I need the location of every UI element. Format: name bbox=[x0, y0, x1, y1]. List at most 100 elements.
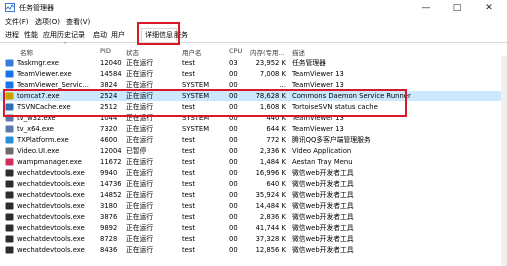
process-status: 正在运行 bbox=[126, 158, 154, 166]
process-name: wechatdevtools.exe bbox=[17, 202, 85, 210]
process-description: TeamViewer 13 bbox=[292, 125, 344, 133]
maximize-button[interactable]: □ bbox=[442, 1, 472, 14]
process-memory: 35,924 K bbox=[255, 191, 286, 199]
col-description[interactable]: 描述 bbox=[292, 47, 305, 57]
process-cpu: 00 bbox=[229, 147, 238, 155]
tab-app-history[interactable]: 应用历史记录 bbox=[43, 30, 85, 40]
col-name[interactable]: 名称 bbox=[20, 47, 33, 57]
process-status: 正在运行 bbox=[126, 224, 154, 232]
process-cpu: 00 bbox=[229, 158, 238, 166]
process-name: wechatdevtools.exe bbox=[17, 246, 85, 254]
menu-view[interactable]: 查看(V) bbox=[66, 17, 90, 27]
table-row[interactable]: wechatdevtools.exe 3180 正在运行 test 00 14,484 K… bbox=[0, 201, 507, 211]
process-name: Taskmgr.exe bbox=[17, 59, 59, 67]
tab-strip: 进程 性能 应用历史记录 启动 用户 详细信息 服务 bbox=[0, 28, 507, 43]
table-row[interactable]: wechatdevtools.exe 14736 正在运行 test 00 640 K 微信… bbox=[0, 179, 507, 189]
table-row[interactable]: wechatdevtools.exe 3876 正在运行 test 00 2,836 K 微… bbox=[0, 212, 507, 222]
process-description: 微信web开发者工具 bbox=[292, 213, 354, 221]
process-pid: 14852 bbox=[100, 191, 122, 199]
process-status: 正在运行 bbox=[126, 59, 154, 67]
table-row[interactable]: wampmanager.exe 11672 正在运行 test 00 1,484 K Aes… bbox=[0, 157, 507, 167]
tab-performance[interactable]: 性能 bbox=[24, 30, 38, 40]
process-name: wechatdevtools.exe bbox=[17, 191, 85, 199]
process-status: 已暂停 bbox=[126, 147, 147, 155]
process-user: test bbox=[182, 191, 196, 199]
tab-startup[interactable]: 启动 bbox=[93, 30, 107, 40]
process-pid: 3180 bbox=[100, 202, 118, 210]
table-row[interactable]: wechatdevtools.exe 9940 正在运行 test 00 16,996 K… bbox=[0, 168, 507, 178]
col-status[interactable]: 状态 bbox=[126, 47, 139, 57]
process-cpu: 00 bbox=[229, 125, 238, 133]
process-user: test bbox=[182, 180, 196, 188]
process-memory: 772 K bbox=[266, 136, 286, 144]
process-memory: 23,952 K bbox=[255, 59, 286, 67]
title-bar: 任务管理器 — □ ✕ bbox=[0, 0, 507, 15]
process-description: 微信web开发者工具 bbox=[292, 180, 354, 188]
col-user[interactable]: 用户名 bbox=[182, 47, 202, 57]
col-cpu[interactable]: CPU bbox=[229, 47, 242, 55]
process-cpu: 00 bbox=[229, 70, 238, 78]
col-pid[interactable]: PID bbox=[100, 47, 111, 55]
process-name: wechatdevtools.exe bbox=[17, 224, 85, 232]
wechat-icon bbox=[5, 235, 14, 243]
process-pid: 11672 bbox=[100, 158, 122, 166]
process-cpu: 00 bbox=[229, 180, 238, 188]
qq-icon bbox=[5, 136, 14, 144]
process-memory: 640 K bbox=[266, 180, 286, 188]
process-name: wechatdevtools.exe bbox=[17, 213, 85, 221]
process-pid: 9940 bbox=[100, 169, 118, 177]
process-status: 正在运行 bbox=[126, 169, 154, 177]
process-memory: 12,856 K bbox=[255, 246, 286, 254]
process-memory: 2,336 K bbox=[259, 147, 286, 155]
process-description: TeamViewer 13 bbox=[292, 70, 344, 78]
table-row[interactable]: wechatdevtools.exe 9892 正在运行 test 00 41,744 K… bbox=[0, 223, 507, 233]
process-description: 任务管理器 bbox=[292, 59, 326, 67]
process-description: Aestan Tray Menu bbox=[292, 158, 353, 166]
process-cpu: 00 bbox=[229, 136, 238, 144]
table-row[interactable]: TXPlatform.exe 4600 正在运行 test 00 772 K 腾讯QQ多客户… bbox=[0, 135, 507, 145]
process-description: 微信web开发者工具 bbox=[292, 202, 354, 210]
wechat-icon bbox=[5, 191, 14, 199]
wechat-icon bbox=[5, 180, 14, 188]
process-pid: 8436 bbox=[100, 246, 118, 254]
col-memory[interactable]: 内存(专用... bbox=[250, 47, 285, 57]
wamp-icon bbox=[5, 158, 14, 166]
annotation-box-rows bbox=[3, 89, 407, 117]
process-status: 正在运行 bbox=[126, 180, 154, 188]
process-description: 腾讯QQ多客户端管理服务 bbox=[292, 136, 371, 144]
wechat-icon bbox=[5, 224, 14, 232]
process-name: wechatdevtools.exe bbox=[17, 235, 85, 243]
table-header: 名称 PID 状态 用户名 CPU 内存(专用... 描述 bbox=[0, 46, 507, 57]
wechat-icon bbox=[5, 169, 14, 177]
process-user: test bbox=[182, 202, 196, 210]
tab-users[interactable]: 用户 bbox=[111, 30, 125, 40]
process-name: tv_x64.exe bbox=[17, 125, 54, 133]
table-row[interactable]: TeamViewer.exe 14584 正在运行 test 00 7,008 K Team… bbox=[0, 69, 507, 79]
process-user: test bbox=[182, 246, 196, 254]
process-memory: 644 K bbox=[266, 125, 286, 133]
table-row[interactable]: wechatdevtools.exe 8436 正在运行 test 00 12,856 K… bbox=[0, 245, 507, 255]
close-button[interactable]: ✕ bbox=[474, 1, 504, 14]
minimize-button[interactable]: — bbox=[411, 1, 441, 14]
table-row[interactable]: wechatdevtools.exe 8728 正在运行 test 00 37,328 K… bbox=[0, 234, 507, 244]
process-name: wechatdevtools.exe bbox=[17, 180, 85, 188]
tab-processes[interactable]: 进程 bbox=[5, 30, 19, 40]
table-row[interactable]: wechatdevtools.exe 14852 正在运行 test 00 35,924 … bbox=[0, 190, 507, 200]
menu-file[interactable]: 文件(F) bbox=[5, 17, 29, 27]
table-row[interactable]: Taskmgr.exe 12040 正在运行 test 03 23,952 K 任务管理器 bbox=[0, 58, 507, 68]
menu-options[interactable]: 选项(O) bbox=[35, 17, 60, 27]
annotation-box-tab bbox=[137, 22, 180, 45]
process-name: wechatdevtools.exe bbox=[17, 169, 85, 177]
table-row[interactable]: tv_x64.exe 7320 正在运行 SYSTEM 00 644 K TeamViewe… bbox=[0, 124, 507, 134]
process-memory: 41,744 K bbox=[255, 224, 286, 232]
process-cpu: 00 bbox=[229, 246, 238, 254]
process-name: TeamViewer.exe bbox=[17, 70, 72, 78]
vertical-scrollbar[interactable] bbox=[501, 56, 507, 266]
process-user: test bbox=[182, 147, 196, 155]
process-status: 正在运行 bbox=[126, 213, 154, 221]
process-user: test bbox=[182, 136, 196, 144]
process-memory: 37,328 K bbox=[255, 235, 286, 243]
process-cpu: 00 bbox=[229, 169, 238, 177]
table-row[interactable]: Video.UI.exe 12004 已暂停 test 00 2,336 K Video A… bbox=[0, 146, 507, 156]
process-description: 微信web开发者工具 bbox=[292, 169, 354, 177]
